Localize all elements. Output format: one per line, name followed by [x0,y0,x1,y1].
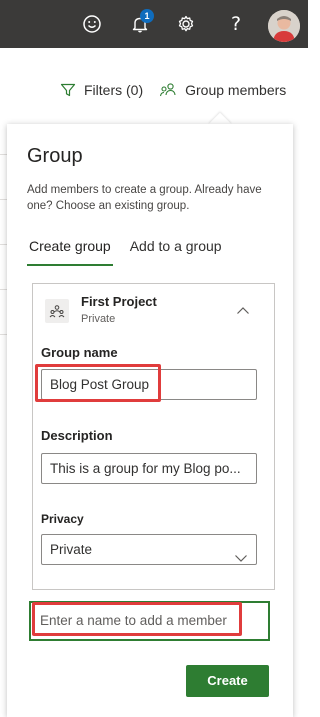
filter-funnel-icon [60,83,76,97]
group-name-input[interactable]: Blog Post Group [41,369,257,400]
chevron-up-icon[interactable] [236,302,250,320]
project-group-icon [45,299,69,323]
help-icon[interactable]: ? [222,10,250,38]
user-avatar[interactable] [268,10,300,42]
privacy-label: Privacy [41,512,84,526]
group-members-button[interactable]: Group members [159,82,286,98]
notification-count-badge: 1 [140,9,154,23]
privacy-selected-value: Private [50,542,93,557]
filters-button[interactable]: Filters (0) [60,82,143,98]
group-name-label: Group name [41,345,118,360]
settings-gear-icon[interactable] [172,10,200,38]
member-input[interactable]: Enter a name to add a member [29,601,270,641]
page-toolbar: Filters (0) Group members [60,78,286,102]
tab-create-group[interactable]: Create group [27,236,113,266]
panel-description: Add members to create a group. Already h… [27,184,262,212]
project-privacy: Private [81,313,116,325]
filters-label: Filters (0) [84,82,144,98]
tab-add-to-group[interactable]: Add to a group [128,236,224,266]
top-bar: 1 ? [0,0,308,48]
privacy-select[interactable]: Private [41,534,257,565]
create-button[interactable]: Create [186,665,269,697]
description-input[interactable]: This is a group for my Blog po... [41,453,257,484]
description-label: Description [41,428,113,443]
panel-title: Group [27,145,83,167]
project-name: First Project [81,294,157,309]
people-icon [160,83,176,97]
chevron-down-icon [234,544,248,564]
feedback-smiley-icon[interactable] [78,10,106,38]
panel-tabs: Create group Add to a group [27,236,224,266]
project-card: First Project Private Group name Blog Po… [32,283,275,590]
group-members-label: Group members [185,82,287,98]
group-panel: Group Add members to create a group. Alr… [7,124,293,717]
